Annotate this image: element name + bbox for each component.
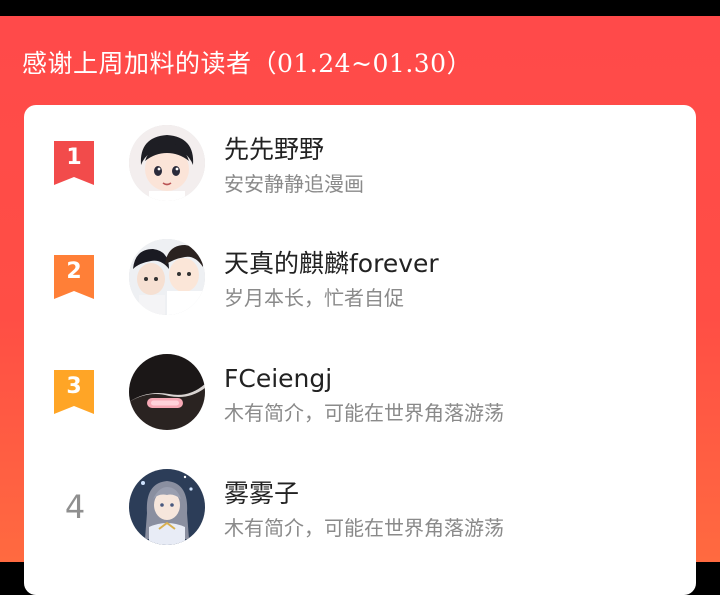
- list-item[interactable]: 1 先先野野 安安静静追漫画: [24, 105, 696, 215]
- avatar[interactable]: [129, 125, 205, 201]
- avatar[interactable]: [129, 469, 205, 545]
- rank-number: 2: [66, 259, 82, 284]
- reader-bio: 木有简介，可能在世界角落游荡: [224, 516, 504, 540]
- rank-number: 3: [66, 374, 82, 399]
- reader-name: 雾雾子: [224, 479, 300, 508]
- rank-badge: 2: [54, 255, 94, 299]
- rank-number: 4: [64, 488, 86, 526]
- avatar[interactable]: [129, 239, 205, 315]
- weekly-supporters-panel: 感谢上周加料的读者（01.24~01.30） 1 先先野野 安安静静追漫画 2 …: [0, 16, 720, 595]
- avatar-anime-girl-icon: [129, 469, 205, 545]
- reader-bio: 岁月本长，忙者自促: [224, 286, 404, 310]
- reader-bio: 木有简介，可能在世界角落游荡: [224, 401, 504, 425]
- rank-badge: 1: [54, 141, 94, 185]
- reader-name: 先先野野: [224, 135, 325, 164]
- list-item[interactable]: 2 天真的麒麟forever 岁月本长，忙者自促: [24, 219, 696, 329]
- avatar-two-boys-icon: [129, 239, 205, 315]
- reader-name: 天真的麒麟forever: [224, 249, 439, 278]
- reader-bio: 安安静静追漫画: [224, 172, 364, 196]
- rank-badge: 3: [54, 370, 94, 414]
- status-bar: [0, 0, 720, 16]
- avatar[interactable]: [129, 354, 205, 430]
- page-title: 感谢上周加料的读者（01.24~01.30）: [22, 49, 473, 78]
- avatar-cartoon-boy-icon: [129, 125, 205, 201]
- reader-list-card: 1 先先野野 安安静静追漫画 2 天真的麒麟forever 岁月本长，忙者自促 …: [24, 105, 696, 595]
- reader-name: FCeiengj: [224, 364, 333, 393]
- list-item[interactable]: 3 FCeiengj 木有简介，可能在世界角落游荡: [24, 334, 696, 444]
- avatar-hairclip-icon: [129, 354, 205, 430]
- rank-number: 1: [66, 145, 82, 170]
- list-item[interactable]: 4 雾雾子 木有简介，可能在世界角落游荡: [24, 449, 696, 559]
